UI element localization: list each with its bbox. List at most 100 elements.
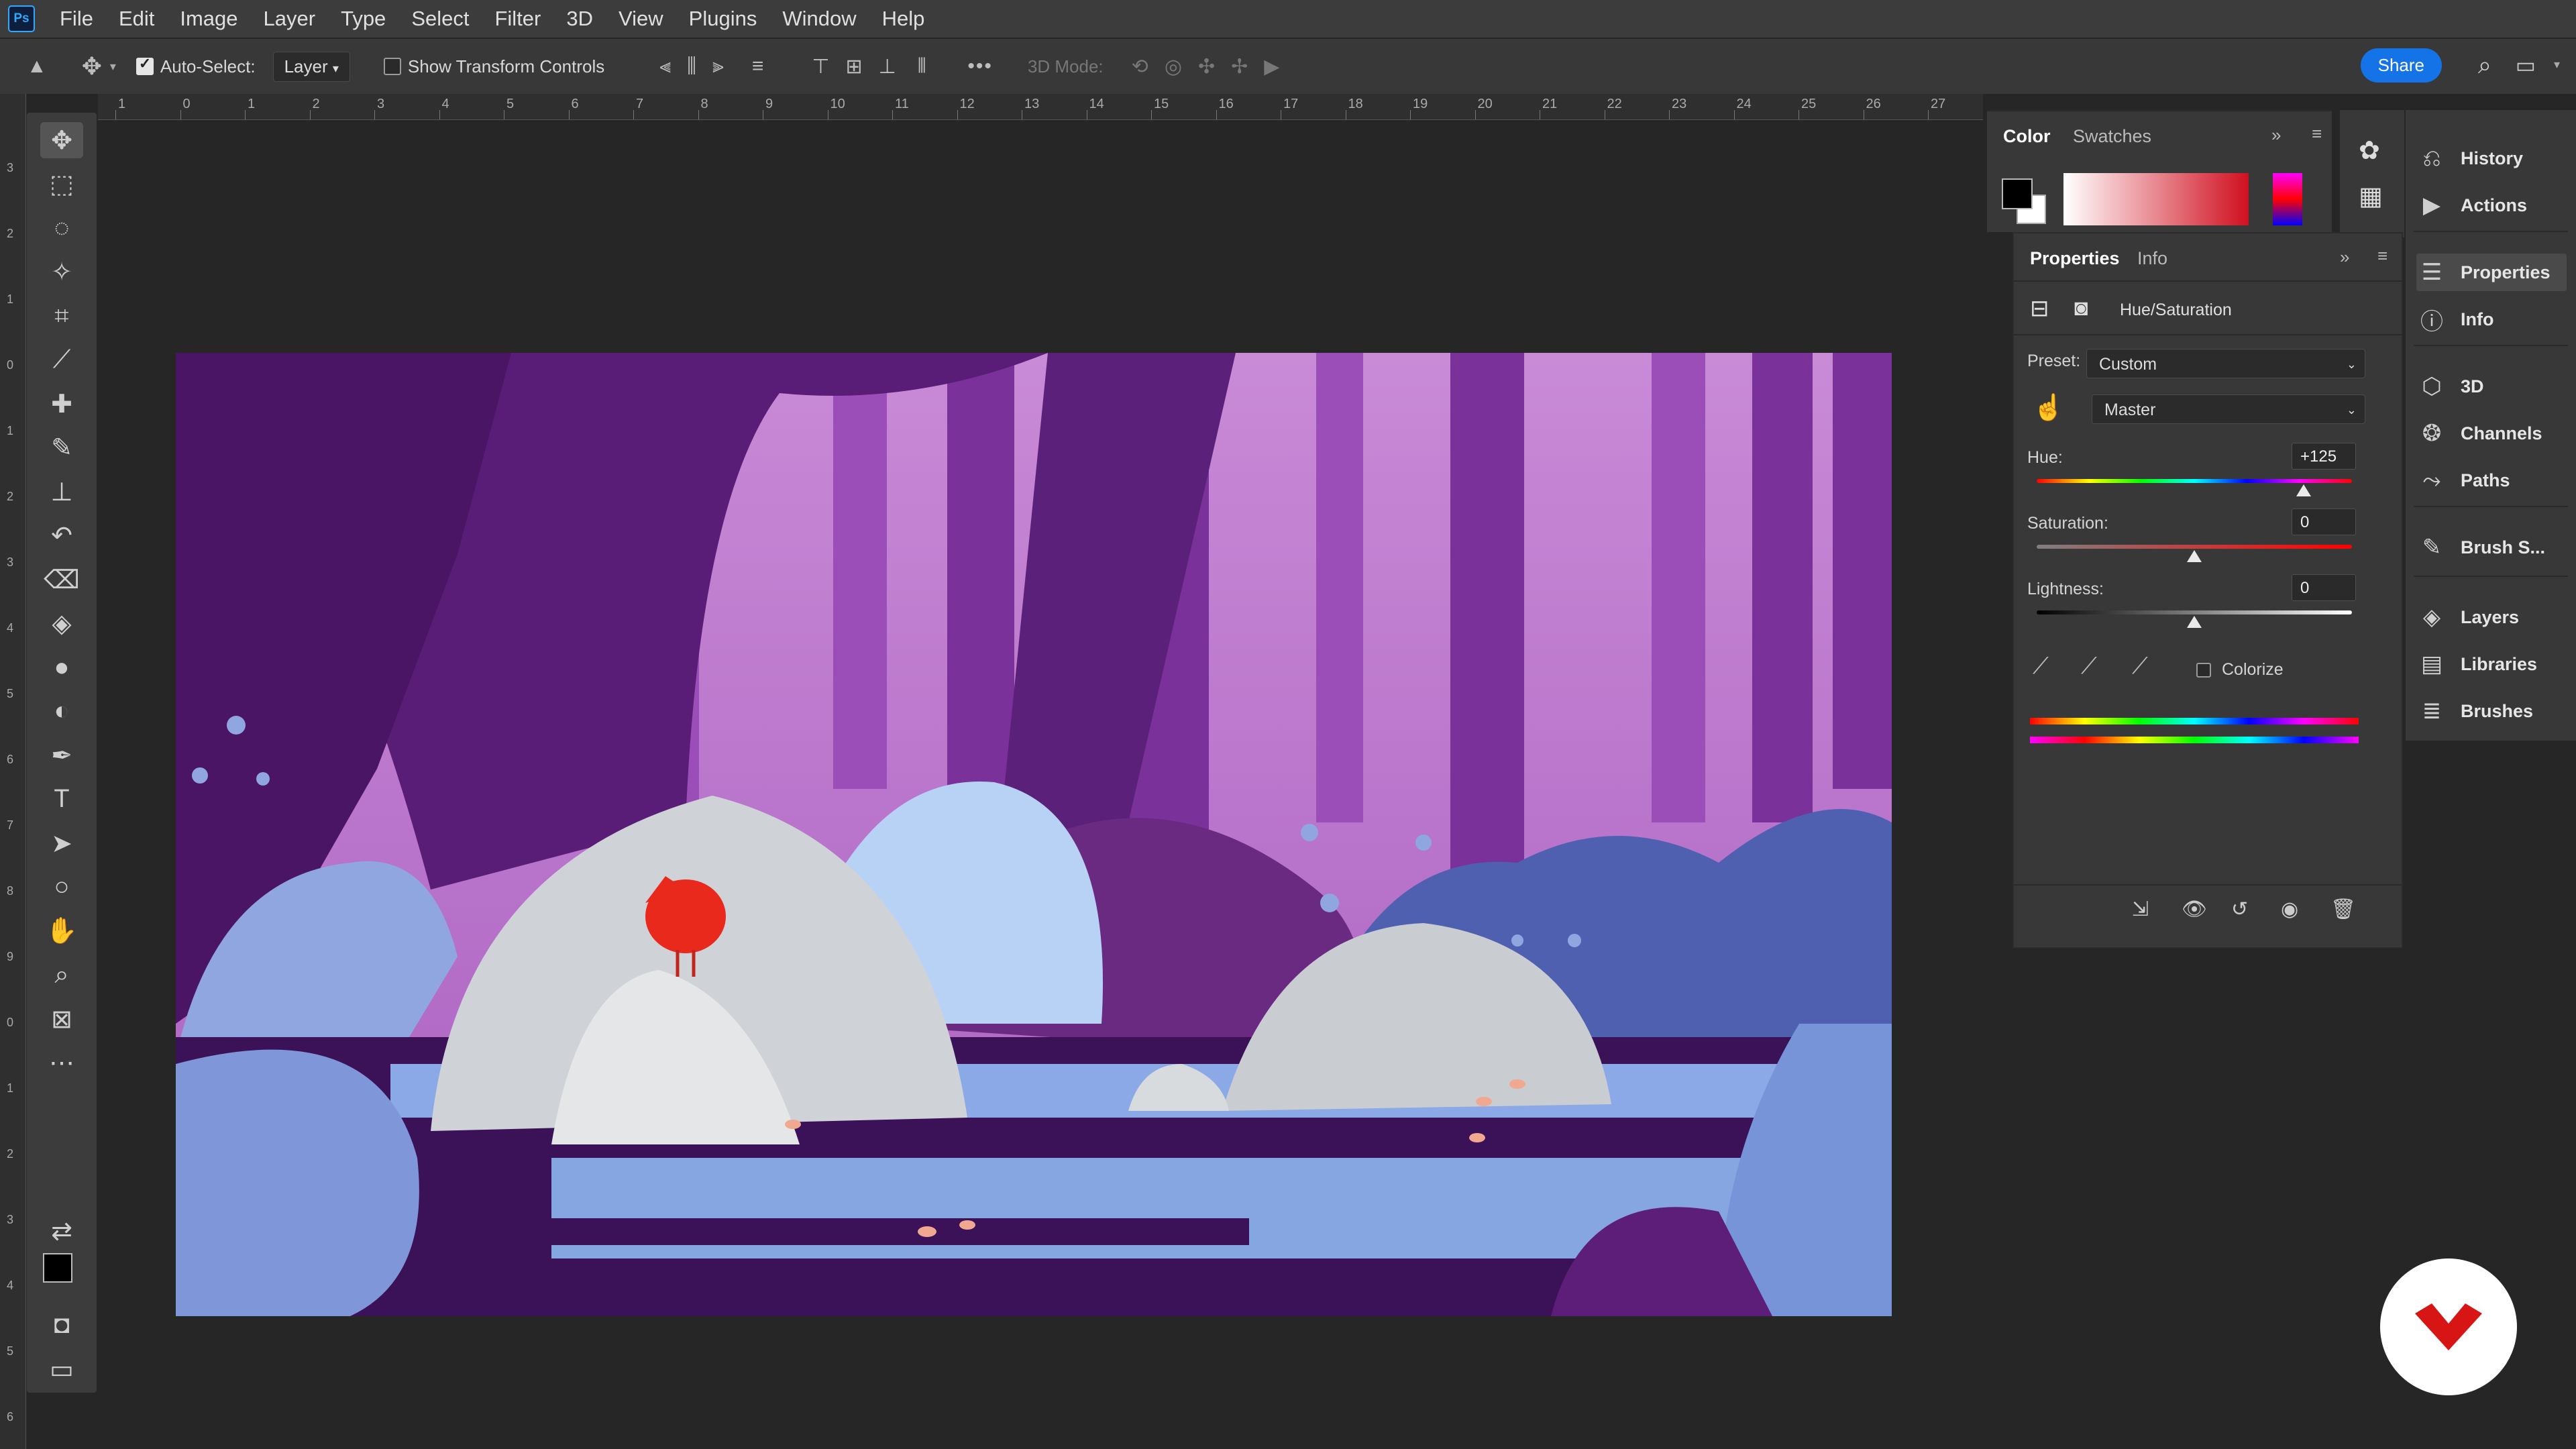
targeted-adjustment-icon[interactable]: ☝: [2033, 393, 2064, 423]
chevron-down-icon[interactable]: ▾: [110, 60, 116, 74]
menu-select[interactable]: Select: [398, 7, 482, 31]
dock-item-brushes[interactable]: ≣ Brushes: [2416, 692, 2567, 730]
dock-item-layers[interactable]: ◈ Layers: [2416, 598, 2567, 636]
menu-edit[interactable]: Edit: [106, 7, 167, 31]
menu-help[interactable]: Help: [869, 7, 938, 31]
tab-swatches[interactable]: Swatches: [2073, 126, 2151, 147]
path-selection-tool-icon[interactable]: ➤: [40, 825, 83, 861]
hue-strip[interactable]: [2273, 173, 2302, 225]
dock-item-actions[interactable]: ▶ Actions: [2416, 186, 2567, 224]
dock-item-history[interactable]: ⎌ History: [2416, 140, 2567, 177]
foreground-swatch[interactable]: [43, 1253, 72, 1283]
dock-item-properties[interactable]: ☰ Properties: [2416, 254, 2567, 291]
auto-select-checkbox[interactable]: [136, 55, 154, 75]
eyedropper-icon[interactable]: ⟋: [2033, 653, 2049, 680]
color-wheel-icon[interactable]: ✿: [2359, 136, 2380, 166]
document-canvas[interactable]: [176, 353, 1892, 1316]
hue-slider-thumb[interactable]: [2296, 484, 2312, 496]
brush-tool-icon[interactable]: ✎: [40, 430, 83, 466]
collapse-icon[interactable]: »: [2271, 125, 2281, 146]
tool-preset-icon[interactable]: ▲: [27, 55, 47, 78]
menu-layer[interactable]: Layer: [251, 7, 329, 31]
menu-view[interactable]: View: [606, 7, 676, 31]
ruler-vertical[interactable]: 3 2 1 0 1 2 3 4 5 6 7 8 9 0 1 2 3 4 5 6: [0, 94, 26, 1449]
dock-item-libraries[interactable]: ▤ Libraries: [2416, 645, 2567, 683]
dock-item-paths[interactable]: ⤳ Paths: [2416, 462, 2567, 499]
align-top-icon[interactable]: ⊤: [812, 55, 829, 78]
align-right-icon[interactable]: ⫸: [712, 55, 724, 78]
dock-item-info[interactable]: ⓘ Info: [2416, 301, 2567, 338]
clip-to-layer-icon[interactable]: ⇲: [2132, 898, 2149, 921]
screen-mode-icon[interactable]: ▭: [40, 1351, 83, 1387]
type-tool-icon[interactable]: T: [40, 782, 83, 818]
swatches-grid-icon[interactable]: ▦: [2359, 181, 2383, 211]
distribute-horizontal-icon[interactable]: ⫴: [918, 55, 926, 78]
eyedropper-tool-icon[interactable]: ⟋: [40, 342, 83, 378]
hue-input[interactable]: +125: [2292, 443, 2356, 470]
lightness-input[interactable]: 0: [2292, 574, 2356, 601]
move-tool-icon[interactable]: ✥: [40, 122, 83, 158]
reset-icon[interactable]: ↺: [2231, 898, 2248, 921]
menu-3d[interactable]: 3D: [553, 7, 606, 31]
dodge-tool-icon[interactable]: ◐: [40, 694, 83, 730]
colorize-checkbox[interactable]: [2196, 663, 2211, 678]
blur-tool-icon[interactable]: ●: [40, 649, 83, 686]
move-icon[interactable]: ✥: [82, 52, 102, 80]
menu-window[interactable]: Window: [769, 7, 869, 31]
distribute-vertical-icon[interactable]: ≡: [752, 55, 764, 78]
auto-select-target-dropdown[interactable]: Layer ▾: [272, 51, 350, 82]
marquee-tool-icon[interactable]: ⬚: [40, 166, 83, 203]
tab-properties[interactable]: Properties: [2030, 248, 2120, 269]
history-brush-tool-icon[interactable]: ↶: [40, 518, 83, 554]
menu-type[interactable]: Type: [328, 7, 398, 31]
adjustment-layer-icon[interactable]: ⊟: [2030, 295, 2049, 322]
chevron-down-icon[interactable]: ▾: [2554, 58, 2560, 72]
ellipsis-icon[interactable]: •••: [967, 55, 993, 78]
collapse-icon[interactable]: »: [2340, 247, 2349, 268]
lasso-tool-icon[interactable]: ◌: [40, 210, 83, 246]
crop-tool-icon[interactable]: ⌗: [40, 298, 83, 334]
preset-dropdown[interactable]: Custom ⌄: [2086, 349, 2365, 378]
dock-item-3d[interactable]: ⬡ 3D: [2416, 368, 2567, 405]
menu-filter[interactable]: Filter: [482, 7, 553, 31]
lightness-slider-thumb[interactable]: [2187, 616, 2202, 628]
foreground-color-swatch[interactable]: [2002, 178, 2033, 209]
saturation-input[interactable]: 0: [2292, 508, 2356, 535]
panel-menu-icon[interactable]: ≡: [2377, 246, 2387, 266]
dock-item-channels[interactable]: ❂ Channels: [2416, 415, 2567, 452]
menu-plugins[interactable]: Plugins: [676, 7, 770, 31]
color-ramp[interactable]: [2063, 173, 2249, 225]
share-button[interactable]: Share: [2360, 48, 2442, 83]
ellipse-tool-icon[interactable]: ○: [40, 869, 83, 906]
panel-menu-icon[interactable]: ≡: [2312, 123, 2322, 144]
saturation-slider-thumb[interactable]: [2187, 550, 2202, 562]
align-bottom-icon[interactable]: ⊥: [879, 55, 896, 78]
lightness-slider-track[interactable]: [2037, 610, 2352, 614]
show-transform-checkbox[interactable]: [383, 58, 401, 75]
more-tools-icon[interactable]: ⋯: [40, 1045, 83, 1081]
channel-dropdown[interactable]: Master ⌄: [2092, 394, 2365, 424]
menu-image[interactable]: Image: [167, 7, 250, 31]
eraser-tool-icon[interactable]: ⌫: [40, 561, 83, 598]
tab-info[interactable]: Info: [2137, 248, 2167, 269]
tab-color[interactable]: Color: [2003, 126, 2051, 147]
hand-tool-icon[interactable]: ✋: [40, 913, 83, 949]
healing-brush-tool-icon[interactable]: ✚: [40, 386, 83, 422]
visibility-icon[interactable]: ◉: [2281, 898, 2298, 921]
eyedropper-minus-icon[interactable]: ⟋: [2132, 653, 2148, 680]
frame-tool-icon[interactable]: ⊠: [40, 1001, 83, 1037]
magic-wand-tool-icon[interactable]: ✧: [40, 254, 83, 290]
align-middle-icon[interactable]: ⊞: [846, 55, 863, 78]
zoom-tool-icon[interactable]: ⌕: [40, 957, 83, 994]
view-previous-icon[interactable]: 👁: [2182, 898, 2207, 921]
pen-tool-icon[interactable]: ✒: [40, 737, 83, 773]
hue-slider-track[interactable]: [2037, 479, 2352, 483]
align-left-icon[interactable]: ⫷: [659, 55, 671, 78]
clone-stamp-tool-icon[interactable]: ⊥: [40, 474, 83, 510]
menu-file[interactable]: File: [47, 7, 106, 31]
workspace-icon[interactable]: ▭: [2516, 52, 2536, 78]
ruler-horizontal[interactable]: 1 0 1 2 3 4 5 6 7 8 9 10 11 12 13 14 15 16 17 18 19 20 21 22 23 2…: [98, 94, 1983, 120]
layer-mask-icon[interactable]: ◙: [2074, 295, 2088, 321]
dock-item-brush-s[interactable]: ✎ Brush S...: [2416, 529, 2567, 566]
align-center-icon[interactable]: ⫼: [687, 55, 696, 78]
